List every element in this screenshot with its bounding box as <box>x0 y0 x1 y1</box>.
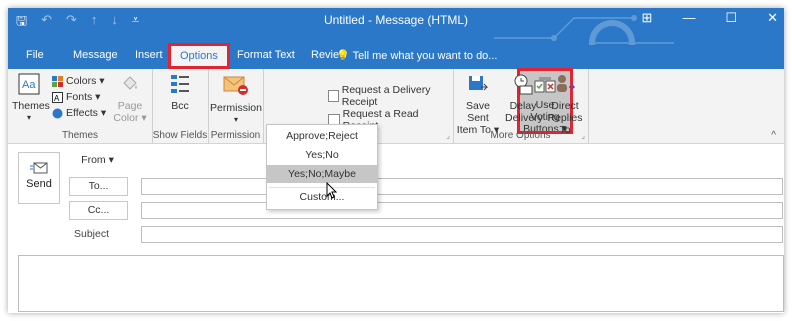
colors-button[interactable]: Colors ▾ <box>52 75 105 87</box>
tell-me-box[interactable]: 💡 Tell me what you want to do... <box>336 49 497 62</box>
people-icon <box>557 75 576 92</box>
ribbon: Aa Themes ▾ Colors ▾ A Fonts ▾ Effects ▾… <box>8 68 784 144</box>
bcc-button[interactable]: Bcc <box>164 73 196 112</box>
delivery-receipt-box[interactable] <box>328 90 339 102</box>
group-label-show-fields: Show Fields <box>152 130 208 141</box>
envelope-restrict-icon <box>223 76 248 95</box>
window-controls: ⊞ — ☐ ✕ <box>642 10 778 26</box>
ribbon-display-icon[interactable]: ⊞ <box>642 10 653 26</box>
menu-item-yes-no[interactable]: Yes;No <box>267 146 377 164</box>
page-color-label-1: Page <box>117 100 143 112</box>
colors-icon <box>52 75 63 87</box>
group-permission: Permission ▾ Permission <box>208 69 264 143</box>
send-button[interactable]: Send <box>18 152 60 204</box>
svg-text:Aa: Aa <box>22 79 36 91</box>
tab-insert[interactable]: Insert <box>135 49 163 61</box>
direct-replies-button[interactable]: Direct Replies To <box>543 73 587 136</box>
fonts-label: Fonts ▾ <box>66 91 101 103</box>
effects-button[interactable]: Effects ▾ <box>52 107 106 119</box>
maximize-icon[interactable]: ☐ <box>725 10 737 26</box>
outlook-message-window: 🖫 ↶ ↷ ↑ ↓ ⩡ Untitled - Message (HTML) ⊞ … <box>8 8 784 313</box>
save-sent-item-button[interactable]: Save Sent Item To ▾ <box>455 73 501 136</box>
group-show-fields: Bcc Show Fields <box>152 69 209 143</box>
tab-format-text[interactable]: Format Text <box>237 49 295 61</box>
permission-label: Permission <box>210 102 262 114</box>
delivery-receipt-label: Request a Delivery Receipt <box>341 84 431 108</box>
page-color-button[interactable]: Page Color ▾ <box>112 73 148 124</box>
effects-icon <box>52 108 63 118</box>
compose-area: Send From ▾ To... Cc... Subject <box>16 144 784 313</box>
tab-file[interactable]: File <box>26 49 44 61</box>
colors-label: Colors ▾ <box>66 75 105 87</box>
tab-message[interactable]: Message <box>73 49 118 61</box>
group-themes: Aa Themes ▾ Colors ▾ A Fonts ▾ Effects ▾… <box>8 69 153 143</box>
group-label-permission: Permission <box>210 130 261 141</box>
save-sent-label-1: Save Sent <box>466 100 490 124</box>
tell-me-text: Tell me what you want to do... <box>352 50 498 62</box>
voting-buttons-menu: Approve;Reject Yes;No Yes;No;Maybe Custo… <box>266 124 378 210</box>
from-button[interactable]: From ▾ <box>69 152 126 169</box>
themes-label: Themes <box>12 100 50 112</box>
to-field[interactable] <box>141 178 783 195</box>
delivery-receipt-checkbox[interactable]: Request a Delivery Receipt <box>328 84 453 108</box>
group-more-options: Save Sent Item To ▾ Delay Delivery Direc… <box>453 69 589 143</box>
minimize-icon[interactable]: — <box>682 10 695 26</box>
lightbulb-icon: 💡 <box>336 50 350 62</box>
delay-label-2: Delivery <box>505 112 543 124</box>
delay-delivery-button[interactable]: Delay Delivery <box>505 73 543 124</box>
close-icon[interactable]: ✕ <box>767 10 778 26</box>
send-icon <box>30 162 48 174</box>
bcc-label: Bcc <box>171 100 189 112</box>
menu-item-approve-reject[interactable]: Approve;Reject <box>267 127 377 145</box>
fonts-button[interactable]: A Fonts ▾ <box>52 91 100 103</box>
cc-button[interactable]: Cc... <box>69 201 128 220</box>
delay-label-1: Delay <box>509 100 537 112</box>
tracking-dialog-launcher-icon[interactable]: ⌟ <box>446 131 450 140</box>
cc-field[interactable] <box>141 202 783 219</box>
permission-dropdown-arrow: ▾ <box>233 115 238 124</box>
to-button[interactable]: To... <box>69 177 128 196</box>
themes-icon: Aa <box>18 73 40 95</box>
clock-envelope-icon <box>514 74 533 95</box>
bcc-icon <box>171 75 189 93</box>
page-color-label-2: Color ▾ <box>113 112 147 124</box>
more-options-dialog-launcher-icon[interactable]: ⌟ <box>581 131 585 140</box>
fonts-icon: A <box>52 91 63 103</box>
permission-button[interactable]: Permission ▾ <box>210 73 262 126</box>
mouse-pointer-icon <box>326 182 338 199</box>
menu-item-custom[interactable]: Custom... <box>267 188 377 206</box>
message-body[interactable] <box>18 255 784 312</box>
effects-label: Effects ▾ <box>66 107 107 119</box>
send-label: Send <box>26 178 52 190</box>
svg-text:A: A <box>54 94 60 103</box>
group-label-more-options: More Options <box>490 130 551 141</box>
direct-label-1: Direct <box>551 100 579 112</box>
menu-item-yes-no-maybe[interactable]: Yes;No;Maybe <box>267 165 377 183</box>
ribbon-tabs: File Message Insert Options Format Text … <box>8 43 784 69</box>
save-sent-icon <box>469 76 489 91</box>
themes-dropdown-arrow: ▾ <box>26 113 31 122</box>
subject-label: Subject <box>74 228 110 240</box>
title-bar: 🖫 ↶ ↷ ↑ ↓ ⩡ Untitled - Message (HTML) ⊞ … <box>8 8 784 66</box>
themes-button[interactable]: Aa Themes ▾ <box>12 73 50 124</box>
paint-bucket-icon <box>123 76 137 90</box>
tab-options[interactable]: Options <box>168 43 230 69</box>
subject-field[interactable] <box>141 226 783 243</box>
collapse-ribbon-icon[interactable]: ^ <box>771 130 776 141</box>
group-label-themes: Themes <box>61 130 99 141</box>
